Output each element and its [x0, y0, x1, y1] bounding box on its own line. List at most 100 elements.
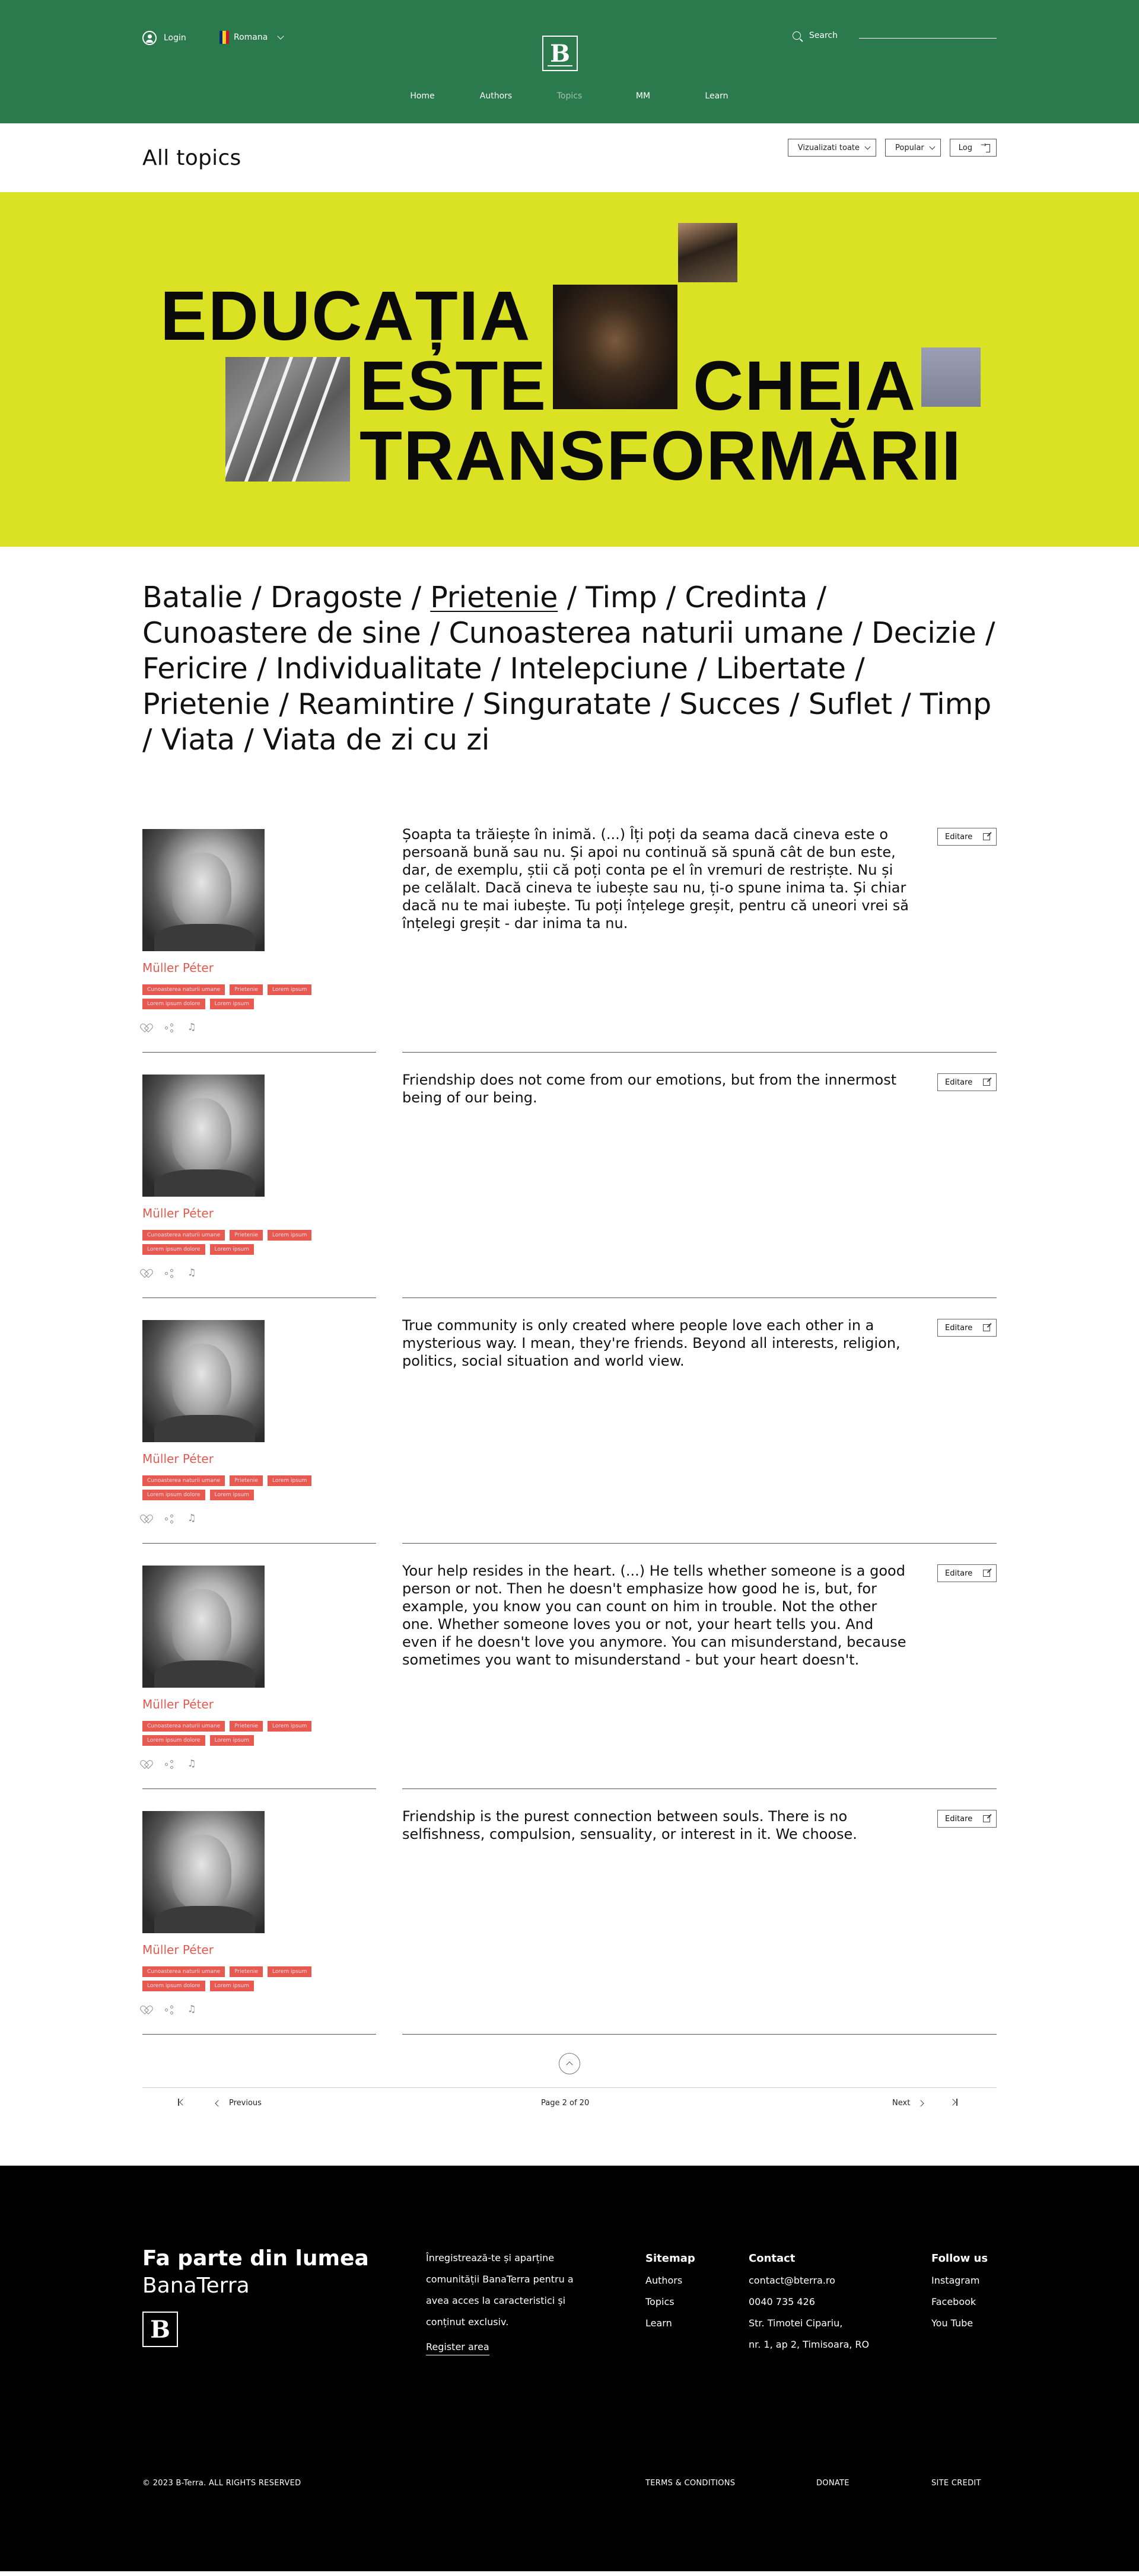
topic-tag[interactable]: Cunoasterea naturii umane [142, 1230, 225, 1241]
main-nav: Home Authors Topics MM Learn [0, 91, 1139, 101]
divider [402, 1297, 997, 1298]
audio-icon[interactable] [187, 2003, 197, 2015]
topic-tag[interactable]: Prietenie [230, 1230, 263, 1241]
youtube-link[interactable]: You Tube [931, 2313, 988, 2334]
edit-button[interactable]: Editare [937, 1564, 997, 1582]
author-photo[interactable] [142, 1811, 265, 1933]
topic-tag[interactable]: Lorem ipsum [209, 1490, 254, 1500]
view-select[interactable]: Vizualizati toate [787, 139, 877, 157]
edit-button[interactable]: Editare [937, 1319, 997, 1337]
author-name[interactable]: Müller Péter [142, 1697, 214, 1711]
share-icon[interactable] [165, 1760, 174, 1770]
terms-link[interactable]: TERMS & CONDITIONS [645, 2479, 735, 2488]
register-link[interactable]: Register area [426, 2341, 489, 2355]
author-photo[interactable] [142, 1075, 265, 1197]
author-photo[interactable] [142, 1566, 265, 1688]
audio-icon[interactable] [187, 1021, 197, 1033]
sitemap-learn-link[interactable]: Learn [645, 2313, 695, 2334]
audio-icon[interactable] [187, 1758, 197, 1770]
author-name[interactable]: Müller Péter [142, 1943, 214, 1957]
footer-logo[interactable]: B [142, 2312, 178, 2347]
topic-tag[interactable]: Lorem ipsum dolore [142, 1244, 205, 1255]
quote-actions [142, 1021, 197, 1033]
instagram-link[interactable]: Instagram [931, 2270, 988, 2291]
audio-icon[interactable] [187, 1267, 197, 1279]
topic-tag[interactable]: Lorem ipsum dolore [142, 1735, 205, 1746]
previous-page-button[interactable]: Previous [215, 2099, 262, 2108]
heart-icon[interactable] [142, 1270, 152, 1278]
topic-tag[interactable]: Cunoasterea naturii umane [142, 1966, 225, 1977]
topic-tag[interactable]: Lorem ipsum [209, 1244, 254, 1255]
first-page-button[interactable] [178, 2099, 186, 2106]
author-name[interactable]: Müller Péter [142, 1206, 214, 1220]
share-icon[interactable] [165, 2006, 174, 2015]
divider [402, 1543, 997, 1544]
contact-phone[interactable]: 0040 735 426 [749, 2291, 869, 2313]
scroll-top-button[interactable] [559, 2053, 580, 2074]
edit-button[interactable]: Editare [937, 1810, 997, 1828]
heart-icon[interactable] [142, 1761, 152, 1769]
login-link[interactable]: Login [142, 31, 186, 45]
topic-tag[interactable]: Lorem ipsum [267, 1230, 312, 1241]
topic-tag[interactable]: Cunoasterea naturii umane [142, 984, 225, 995]
nav-learn[interactable]: Learn [680, 91, 753, 101]
nav-home[interactable]: Home [386, 91, 459, 101]
log-button[interactable]: Log [949, 139, 997, 157]
next-page-button[interactable]: Next [892, 2099, 924, 2108]
topic-tag[interactable]: Prietenie [230, 1721, 263, 1732]
audio-icon[interactable] [187, 1512, 197, 1524]
topic-tag[interactable]: Prietenie [230, 1966, 263, 1977]
heart-icon[interactable] [142, 1515, 152, 1523]
share-icon[interactable] [165, 1515, 174, 1524]
edit-button[interactable]: Editare [937, 1073, 997, 1091]
topic-tag[interactable]: Lorem ipsum [267, 1966, 312, 1977]
nav-topics[interactable]: Topics [533, 91, 606, 101]
author-name[interactable]: Müller Péter [142, 961, 214, 975]
language-selector[interactable]: Romana [219, 31, 285, 44]
topic-tag[interactable]: Lorem ipsum [209, 1735, 254, 1746]
topic-tag[interactable]: Cunoasterea naturii umane [142, 1721, 225, 1732]
share-icon[interactable] [165, 1024, 174, 1033]
chevron-left-icon [215, 2099, 222, 2107]
topic-tag[interactable]: Cunoasterea naturii umane [142, 1475, 225, 1486]
last-page-button[interactable] [949, 2099, 957, 2106]
donate-link[interactable]: DONATE [816, 2479, 850, 2488]
site-logo[interactable]: B [542, 36, 578, 71]
facebook-link[interactable]: Facebook [931, 2291, 988, 2313]
search-bar[interactable]: Search [792, 31, 997, 40]
topic-tag[interactable]: Lorem ipsum [267, 984, 312, 995]
edit-button[interactable]: Editare [937, 828, 997, 846]
share-icon[interactable] [165, 1269, 174, 1279]
topics-before[interactable]: Batalie / Dragoste / [142, 581, 430, 614]
author-photo[interactable] [142, 1320, 265, 1442]
topic-tag[interactable]: Lorem ipsum [267, 1721, 312, 1732]
topic-tag[interactable]: Lorem ipsum dolore [142, 1981, 205, 1991]
nav-mm[interactable]: MM [606, 91, 680, 101]
nav-authors[interactable]: Authors [459, 91, 533, 101]
author-name[interactable]: Müller Péter [142, 1452, 214, 1466]
contact-email[interactable]: contact@bterra.ro [749, 2270, 869, 2291]
topic-tag[interactable]: Lorem ipsum [209, 999, 254, 1009]
sort-select[interactable]: Popular [885, 139, 941, 157]
site-credit-link[interactable]: SITE CREDIT [931, 2479, 981, 2488]
sitemap-topics-link[interactable]: Topics [645, 2291, 695, 2313]
follow-heading: Follow us [931, 2252, 988, 2265]
topic-tag[interactable]: Lorem ipsum dolore [142, 1490, 205, 1500]
topic-tag[interactable]: Lorem ipsum [209, 1981, 254, 1991]
chevron-down-icon [929, 144, 936, 149]
heart-icon[interactable] [142, 2006, 152, 2014]
sitemap-authors-link[interactable]: Authors [645, 2270, 695, 2291]
divider [142, 2034, 376, 2035]
topic-tag[interactable]: Prietenie [230, 984, 263, 995]
topic-tag[interactable]: Lorem ipsum dolore [142, 999, 205, 1009]
topic-selected[interactable]: Prietenie [430, 581, 558, 614]
topic-tag[interactable]: Lorem ipsum [267, 1475, 312, 1486]
hero-line-2a: ESTE [359, 347, 548, 425]
next-label: Next [892, 2099, 911, 2108]
quote-text: Your help resides in the heart. (...) He… [402, 1563, 906, 1668]
heart-icon[interactable] [142, 1024, 152, 1032]
author-photo[interactable] [142, 829, 265, 951]
quote-text: Friendship is the purest connection betw… [402, 1808, 857, 1842]
topic-tag[interactable]: Prietenie [230, 1475, 263, 1486]
hero-banner: EDUCAȚIA ESTE CHEIA TRANSFORMĂRII [0, 192, 1139, 547]
